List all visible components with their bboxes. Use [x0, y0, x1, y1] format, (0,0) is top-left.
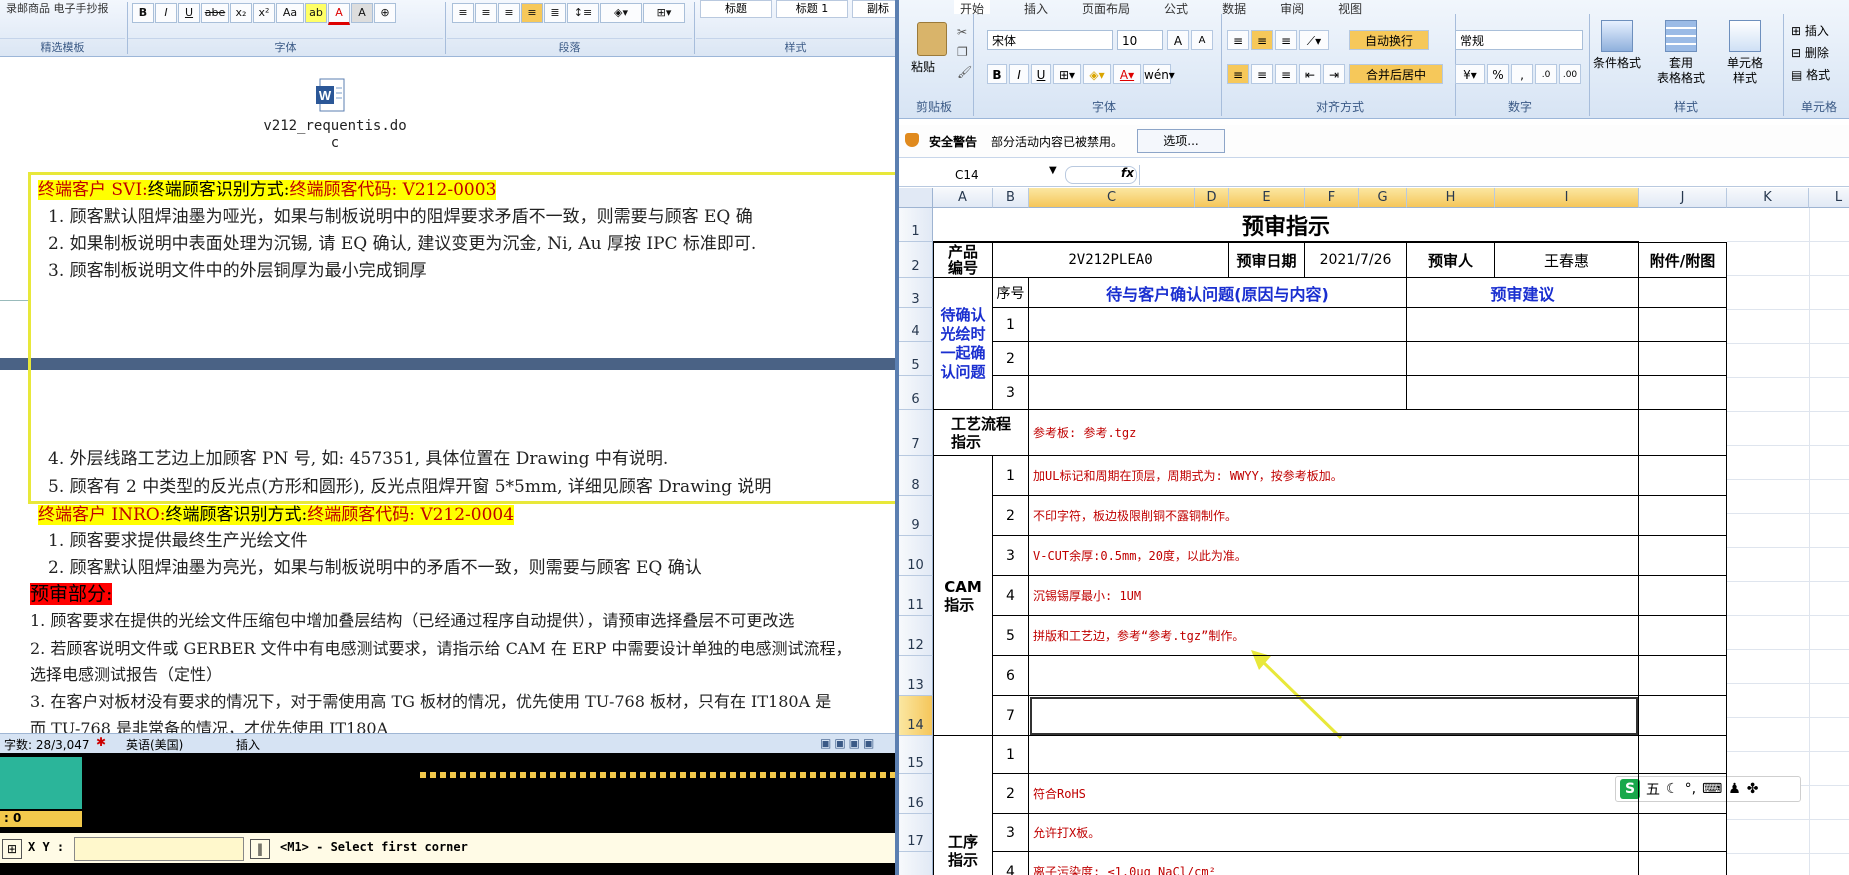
inro-header: 终端客户 INRO:终端顾客识别方式:终端顾客代码: V212-0004: [38, 505, 515, 525]
attachment-cell[interactable]: [1639, 456, 1727, 496]
underline-button[interactable]: U: [178, 3, 200, 23]
attachment-cell[interactable]: [1639, 736, 1727, 774]
word-window: 录邮商品 电子手抄报 精选模板 B I Uabe x₂ x² Aa ab A A ⊕ 字体 ≡ ≡ ≡…: [0, 0, 895, 875]
italic-button[interactable]: I: [155, 3, 177, 23]
highlight-button[interactable]: ab: [305, 3, 327, 23]
font-toolbar: B I Uabe x₂ x² Aa ab A A ⊕: [132, 3, 397, 25]
excel-window: 开始 插入 页面布局 公式 数据 审阅 视图 粘贴 ✂ ❐ 🖌 剪贴板 宋体 10 …: [895, 0, 1849, 875]
proc-row-number[interactable]: 4: [993, 852, 1029, 875]
user-icon[interactable]: ♟: [1728, 781, 1741, 797]
ribbon-divider: [445, 2, 446, 54]
group-paragraph-label: 段落: [447, 38, 692, 55]
font-color-button[interactable]: A: [328, 3, 350, 25]
grid-icon[interactable]: ⊞: [2, 839, 22, 859]
char-shading-button[interactable]: A: [351, 3, 373, 23]
cam-instruction-text[interactable]: 不印字符，板边极限削铜不露铜制作。: [1029, 496, 1639, 536]
cad-panel: : 0 ⊞ X Y : ‖ <M1> - Select first corner: [0, 753, 895, 875]
attachment-cell[interactable]: [1639, 536, 1727, 576]
inro-item-1: 1. 顾客要求提供最终生产光绘文件: [48, 531, 308, 551]
insert-mode-status[interactable]: 插入: [236, 736, 260, 753]
distribute-icon[interactable]: ≣: [544, 3, 566, 23]
attachment-cell[interactable]: [1639, 656, 1727, 696]
proc-instruction-text[interactable]: 允许打X板。: [1029, 814, 1639, 852]
change-case-button[interactable]: Aa: [276, 3, 304, 23]
enclose-char-button[interactable]: ⊕: [374, 3, 396, 23]
group-font-label: 字体: [128, 38, 443, 55]
proc-row-number[interactable]: 3: [993, 814, 1029, 852]
embedded-file-name: v212_requentis.do c: [263, 118, 407, 151]
attachment-cell[interactable]: [1639, 774, 1727, 814]
pre-review-title: 预审部分:: [30, 583, 113, 605]
cam-instruction-text[interactable]: [1029, 656, 1639, 696]
proofing-icon[interactable]: ✱: [96, 735, 106, 749]
pre-item-2: 2. 若顾客说明文件或 GERBER 文件中有电感测试要求，请指示给 CAM 在…: [30, 639, 852, 658]
cad-prompt: <M1> - Select first corner: [280, 840, 468, 854]
style-heading[interactable]: 标题: [700, 0, 772, 18]
word-doc-icon[interactable]: W: [312, 76, 352, 116]
cam-row-number[interactable]: 6: [993, 656, 1029, 696]
cam-row-number[interactable]: 1: [993, 456, 1029, 496]
subscript-button[interactable]: x₂: [230, 3, 252, 23]
xy-label: X Y :: [28, 840, 65, 854]
cad-dashed-line: [420, 772, 895, 778]
style-heading-1[interactable]: 标题 1: [776, 0, 848, 18]
selected-cell-c14[interactable]: [1029, 696, 1639, 736]
word-count[interactable]: 字数: 28/3,047: [4, 736, 90, 753]
superscript-button[interactable]: x²: [253, 3, 275, 23]
justify-icon[interactable]: ≡: [521, 3, 543, 23]
attachment-cell[interactable]: [1639, 852, 1727, 875]
group-templates-label: 精选模板: [0, 38, 125, 55]
cad-color-block: [0, 757, 82, 809]
align-right-icon[interactable]: ≡: [498, 3, 520, 23]
word-status-bar: 字数: 28/3,047 ✱ 英语(美国) 插入 ▣▣▣▣: [0, 733, 895, 754]
proc-row-number[interactable]: 1: [993, 736, 1029, 774]
cam-instruction-text[interactable]: V-CUT余厚:0.5mm，20度，以此为准。: [1029, 536, 1639, 576]
cam-row-number[interactable]: 5: [993, 616, 1029, 656]
svg-text:W: W: [319, 88, 332, 103]
cad-value-field[interactable]: : 0: [0, 811, 82, 827]
view-buttons-icon[interactable]: ▣▣▣▣: [820, 736, 877, 750]
pause-icon[interactable]: ‖: [250, 839, 270, 859]
proc-instruction-text[interactable]: 离子污染度: ≤1.0μg NaCl/cm²: [1029, 852, 1639, 875]
group-styles-label: 样式: [696, 38, 895, 55]
attachment-cell[interactable]: [1639, 814, 1727, 852]
xy-input[interactable]: [74, 837, 244, 861]
cam-instruction-text[interactable]: 拼版和工艺边，参考“参考.tgz”制作。: [1029, 616, 1639, 656]
attachment-cell[interactable]: [1639, 696, 1727, 736]
strike-button[interactable]: abe: [201, 3, 229, 23]
bold-button[interactable]: B: [132, 3, 154, 23]
attachment-cell[interactable]: [1639, 616, 1727, 656]
attachment-cell[interactable]: [1639, 496, 1727, 536]
language-status[interactable]: 英语(美国): [126, 736, 183, 753]
paragraph-toolbar: ≡ ≡ ≡ ≡ ≣ ↕≡ ◈▾ ⊞▾: [452, 3, 686, 23]
line-spacing-icon[interactable]: ↕≡: [567, 3, 599, 23]
cam-instruction-text[interactable]: 沉锡锡厚最小: 1UM: [1029, 576, 1639, 616]
inro-item-2: 2. 顾客默认阻焊油墨为亮光，如果与制板说明中的矛盾不一致，则需要与顾客 EQ …: [48, 558, 702, 578]
cam-row-number[interactable]: 2: [993, 496, 1029, 536]
margin-mark: [0, 300, 30, 301]
proc-row-number[interactable]: 2: [993, 774, 1029, 814]
ribbon-divider: [694, 2, 695, 54]
pre-item-1: 1. 顾客要求在提供的光绘文件压缩包中增加叠层结构（已经通过程序自动提供），请预…: [30, 611, 795, 630]
align-left-icon[interactable]: ≡: [452, 3, 474, 23]
word-ribbon: 录邮商品 电子手抄报 精选模板 B I Uabe x₂ x² Aa ab A A ⊕ 字体 ≡ ≡ ≡…: [0, 0, 895, 57]
proc-instruction-text[interactable]: [1029, 736, 1639, 774]
pre-item-3: 3. 在客户对板材没有要求的情况下，对于需使用高 TG 板材的情况，优先使用 T…: [30, 692, 832, 711]
ribbon-partial-labels: 录邮商品 电子手抄报: [6, 2, 109, 15]
skin-icon[interactable]: ✤: [1747, 781, 1759, 797]
proc-instruction-text[interactable]: 符合RoHS: [1029, 774, 1639, 814]
style-subtitle[interactable]: 副标: [852, 0, 895, 18]
borders-icon[interactable]: ⊞▾: [643, 3, 685, 23]
pre-item-2b: 选择电感测试报告（定性）: [30, 665, 223, 684]
cam-instruction-text[interactable]: 加UL标记和周期在顶层，周期式为: WWYY，按参考板加。: [1029, 456, 1639, 496]
cam-row-number[interactable]: 3: [993, 536, 1029, 576]
cam-row-number[interactable]: 4: [993, 576, 1029, 616]
shading-icon[interactable]: ◈▾: [600, 3, 642, 23]
align-center-icon[interactable]: ≡: [475, 3, 497, 23]
cad-command-bar: ⊞ X Y : ‖ <M1> - Select first corner: [0, 833, 895, 863]
attachment-cell[interactable]: [1639, 576, 1727, 616]
selection-rectangle: [28, 172, 895, 504]
cam-row-number[interactable]: 7: [993, 696, 1029, 736]
